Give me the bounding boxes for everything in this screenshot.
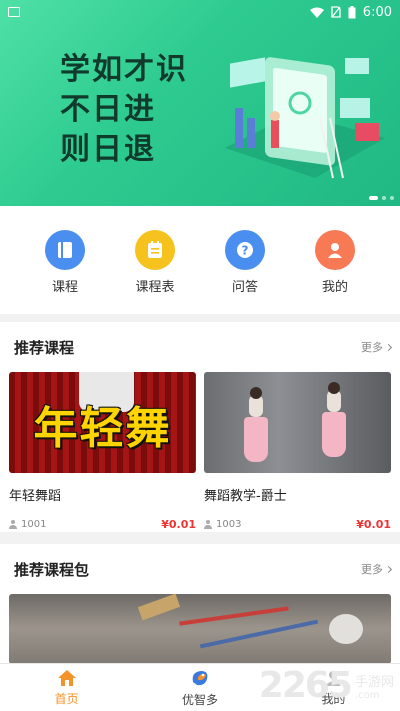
quick-item-courses[interactable]: 课程 [35,230,95,314]
status-bar: 6:00 [0,0,400,24]
tab-youzhiduo[interactable]: 优智多 [133,664,266,711]
watermark-domain: .com [354,690,380,701]
clock: 6:00 [362,4,392,20]
pager-dot [390,196,394,200]
more-link[interactable]: 更多 [361,561,393,577]
watermark-number: 2265 [258,665,353,706]
student-count: 1001 [21,519,47,530]
course-title: 年轻舞蹈 [9,489,62,504]
package-banner-image[interactable] [9,594,391,664]
person-icon [9,520,17,529]
watermark-text: 手游网 [354,675,394,690]
bird-logo-icon [192,670,208,685]
home-icon [57,669,76,686]
person-icon [204,520,212,529]
quick-item-label: 课程 [51,280,78,295]
tab-label: 优智多 [181,692,218,707]
quick-item-label: 课程表 [135,280,175,295]
banner-illustration [225,57,385,179]
banner-slogan: 学如才识 不日进 则日退 [60,50,188,170]
quick-item-mine[interactable]: 我的 [305,230,365,314]
course-card[interactable]: 年轻舞 年轻舞蹈 1001 ¥0.01 [9,372,196,531]
banner-line-3: 则日退 [60,132,156,167]
recommended-packages-section: 推荐课程包 更多 [0,544,400,664]
user-icon [315,230,355,270]
no-sim-icon [331,6,341,18]
site-watermark: 2265 手游网 .com [259,668,394,704]
course-price: ¥0.01 [356,518,391,531]
course-thumbnail: 年轻舞 [9,372,196,473]
recommended-courses-section: 推荐课程 更多 年轻舞 年轻舞蹈 1001 ¥0.01 舞蹈教学-爵士 1003… [0,322,400,532]
banner-line-2: 不日进 [60,92,156,127]
quick-menu: 课程 课程表 ? 问答 我的 [0,206,400,314]
pager-dot-active [369,196,378,200]
more-label: 更多 [361,341,383,354]
quick-item-schedule[interactable]: 课程表 [125,230,185,314]
student-count: 1003 [216,519,242,530]
schedule-icon [135,230,175,270]
book-icon [45,230,85,270]
quick-item-label: 问答 [231,280,258,295]
banner-line-1: 学如才识 [60,52,188,87]
wifi-icon [309,7,324,18]
chevron-right-icon [384,343,393,351]
question-icon: ? [225,230,265,270]
chevron-right-icon [384,565,393,573]
course-title: 舞蹈教学-爵士 [204,489,287,504]
course-card[interactable]: 舞蹈教学-爵士 1003 ¥0.01 [204,372,391,531]
pager-dot [382,196,386,200]
gallery-notification-icon [8,7,20,17]
more-link[interactable]: 更多 [361,339,393,355]
course-thumbnail [204,372,391,473]
course-price: ¥0.01 [161,518,196,531]
tab-home[interactable]: 首页 [0,664,133,711]
battery-icon [348,5,356,18]
section-title: 推荐课程包 [14,560,90,579]
svg-text:?: ? [242,244,249,258]
hero-banner[interactable]: 6:00 学如才识 不日进 则日退 [0,0,400,206]
thumbnail-text: 年轻舞 [33,403,172,454]
more-label: 更多 [361,563,383,576]
tab-label: 首页 [54,691,79,706]
quick-item-qa[interactable]: ? 问答 [215,230,275,314]
quick-item-label: 我的 [321,280,348,295]
section-title: 推荐课程 [14,338,75,357]
banner-pager [369,196,394,200]
